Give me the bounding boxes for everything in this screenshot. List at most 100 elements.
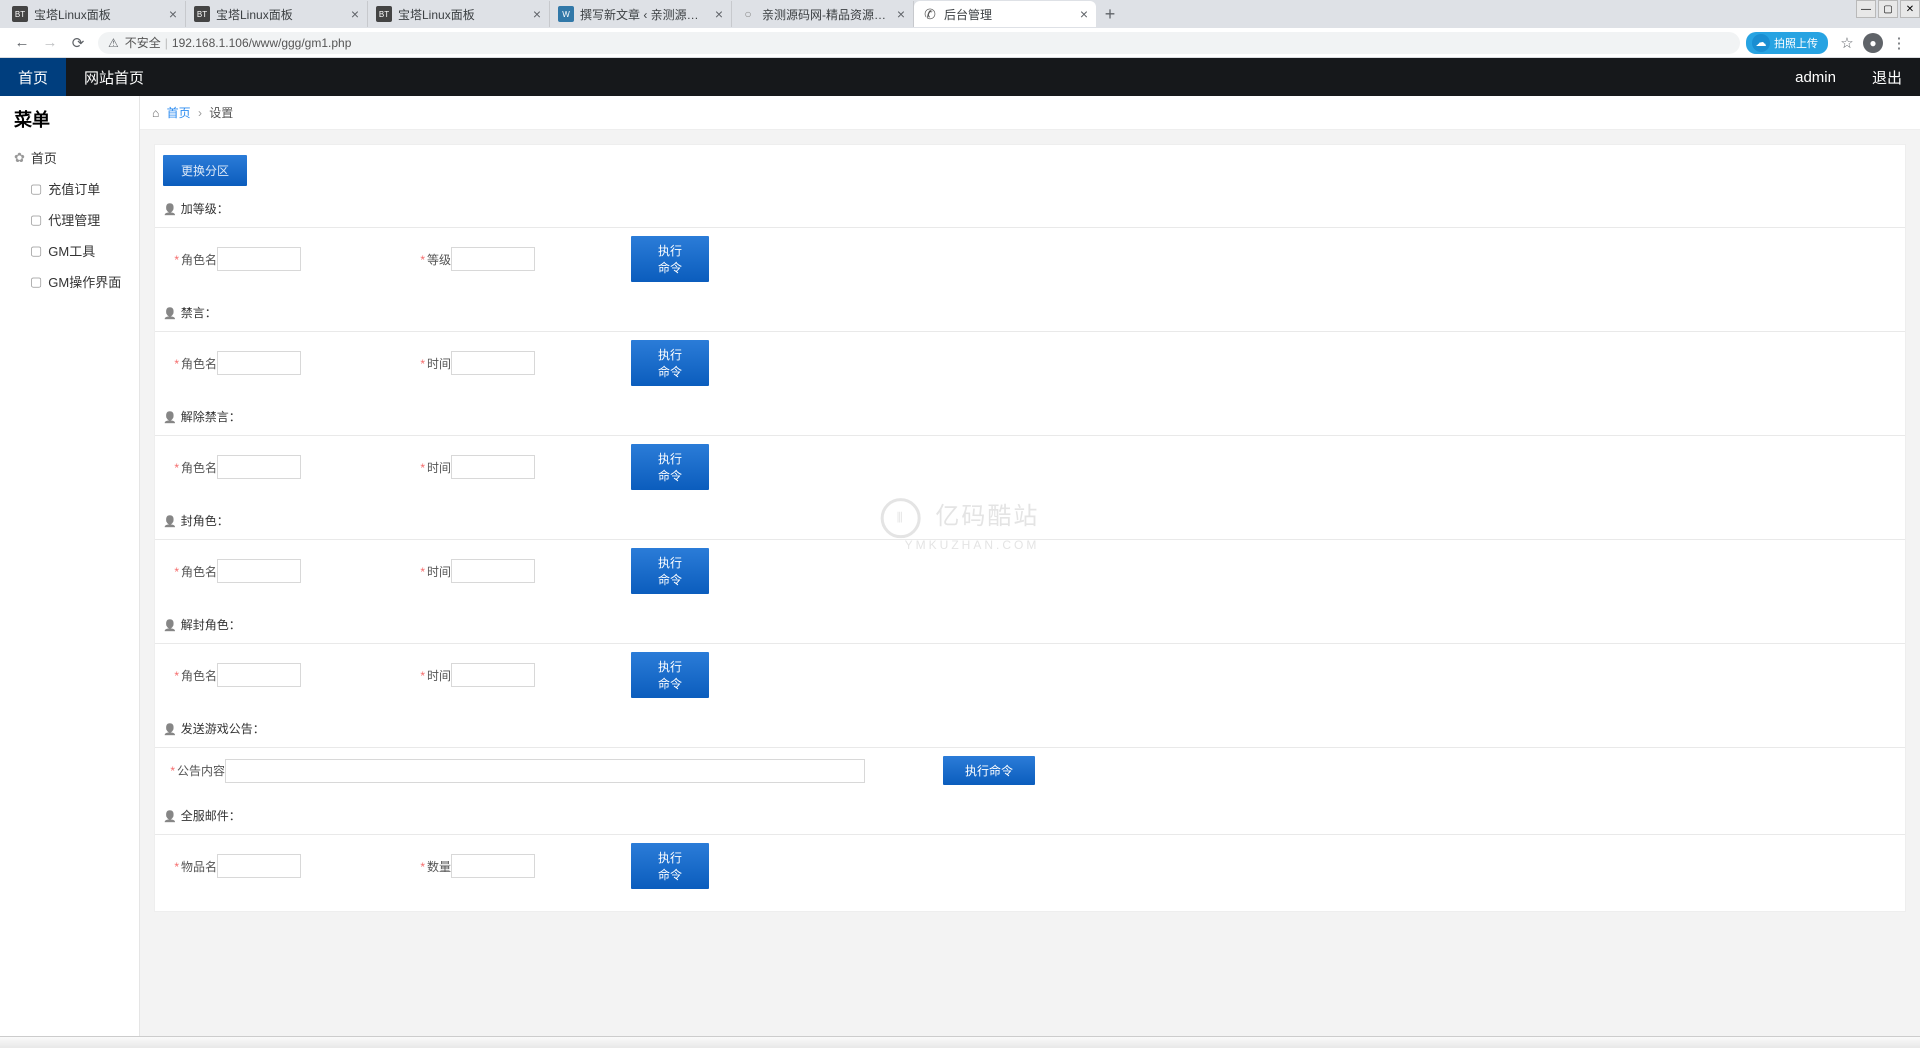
breadcrumb: ⌂ 首页 › 设置 [140, 96, 1920, 130]
time-input[interactable] [451, 351, 535, 375]
extension-label: 拍照上传 [1774, 35, 1818, 51]
role-name-input[interactable] [217, 663, 301, 687]
execute-button[interactable]: 执行命令 [631, 843, 709, 889]
execute-button[interactable]: 执行命令 [631, 548, 709, 594]
chevron-right-icon: › [198, 106, 202, 120]
document-icon: ▢ [30, 212, 42, 228]
close-icon[interactable]: × [715, 6, 723, 22]
form-row: *角色名 *等级 执行命令 [155, 227, 1905, 290]
sidebar-item-label: GM工具 [48, 241, 95, 260]
taskbar[interactable] [0, 1036, 1920, 1048]
forward-button[interactable]: → [36, 29, 64, 57]
sidebar-root-home[interactable]: ✿ 首页 [0, 142, 139, 173]
execute-button[interactable]: 执行命令 [631, 652, 709, 698]
browser-tab-1[interactable]: BT 宝塔Linux面板 × [186, 1, 368, 27]
favicon-phone-icon: ✆ [922, 6, 938, 22]
time-input[interactable] [451, 559, 535, 583]
execute-button[interactable]: 执行命令 [631, 236, 709, 282]
profile-avatar[interactable]: ● [1860, 30, 1886, 56]
main-panel: 更换分区 加等级： *角色名 *等级 执行命令 禁言： *角色名 *时间 执行命… [154, 144, 1906, 912]
execute-button[interactable]: 执行命令 [943, 756, 1035, 785]
breadcrumb-home-link[interactable]: 首页 [167, 106, 191, 120]
field-label: 角色名 [181, 357, 217, 371]
field-label: 角色名 [181, 253, 217, 267]
quantity-input[interactable] [451, 854, 535, 878]
browser-tab-5[interactable]: ✆ 后台管理 × [914, 1, 1096, 27]
time-input[interactable] [451, 455, 535, 479]
field-label: 角色名 [181, 565, 217, 579]
favicon-circle: ○ [740, 6, 756, 22]
favicon-bt: BT [12, 6, 28, 22]
close-icon[interactable]: × [897, 6, 905, 22]
sidebar-item-label: 充值订单 [48, 179, 100, 198]
swap-zone-button[interactable]: 更换分区 [163, 155, 247, 186]
field-label: 数量 [427, 860, 451, 874]
field-label: 时间 [427, 565, 451, 579]
role-name-input[interactable] [217, 559, 301, 583]
browser-tab-3[interactable]: W 撰写新文章 ‹ 亲测源码网 — Wo… × [550, 1, 732, 27]
tab-title: 宝塔Linux面板 [216, 6, 345, 23]
field-label: 等级 [427, 253, 451, 267]
app-body: 菜单 ✿ 首页 ▢ 充值订单 ▢ 代理管理 ▢ GM工具 ▢ GM操作界面 ⌂ … [0, 96, 1920, 1036]
execute-button[interactable]: 执行命令 [631, 340, 709, 386]
section-title-unban: 解封角色： [163, 602, 1905, 643]
tab-strip: BT 宝塔Linux面板 × BT 宝塔Linux面板 × BT 宝塔Linux… [0, 0, 1920, 28]
security-label: 不安全 [125, 34, 161, 51]
document-icon: ▢ [30, 243, 42, 259]
close-icon[interactable]: × [351, 6, 359, 22]
role-name-input[interactable] [217, 247, 301, 271]
role-name-input[interactable] [217, 351, 301, 375]
close-icon[interactable]: × [1080, 6, 1088, 22]
field-label: 角色名 [181, 461, 217, 475]
nav-user[interactable]: admin [1777, 69, 1854, 86]
sidebar-item-recharge[interactable]: ▢ 充值订单 [0, 173, 139, 204]
nav-home[interactable]: 首页 [0, 58, 66, 96]
item-name-input[interactable] [217, 854, 301, 878]
section-title-announce: 发送游戏公告： [163, 706, 1905, 747]
level-input[interactable] [451, 247, 535, 271]
browser-tab-2[interactable]: BT 宝塔Linux面板 × [368, 1, 550, 27]
tab-title: 宝塔Linux面板 [34, 6, 163, 23]
field-label: 公告内容 [177, 764, 225, 778]
document-icon: ▢ [30, 274, 42, 290]
announce-content-input[interactable] [225, 759, 865, 783]
sidebar-item-gmtool[interactable]: ▢ GM工具 [0, 235, 139, 266]
nav-logout[interactable]: 退出 [1854, 67, 1920, 88]
minimize-button[interactable]: — [1856, 0, 1876, 18]
kebab-menu-icon[interactable]: ⋮ [1886, 30, 1912, 56]
close-window-button[interactable]: ✕ [1900, 0, 1920, 18]
reload-button[interactable]: ⟳ [64, 29, 92, 57]
url-input[interactable]: ⚠ 不安全 | 192.168.1.106/www/ggg/gm1.php [98, 32, 1740, 54]
nav-site-home[interactable]: 网站首页 [66, 58, 162, 96]
browser-tab-4[interactable]: ○ 亲测源码网-精品资源站长亲测 × [732, 1, 914, 27]
bookmark-star-icon[interactable]: ☆ [1834, 30, 1860, 56]
document-icon: ▢ [30, 181, 42, 197]
sidebar-item-agent[interactable]: ▢ 代理管理 [0, 204, 139, 235]
field-label: 角色名 [181, 669, 217, 683]
execute-button[interactable]: 执行命令 [631, 444, 709, 490]
maximize-button[interactable]: ▢ [1878, 0, 1898, 18]
role-name-input[interactable] [217, 455, 301, 479]
field-label: 时间 [427, 669, 451, 683]
back-button[interactable]: ← [8, 29, 36, 57]
content-wrap: ⌂ 首页 › 设置 更换分区 加等级： *角色名 *等级 执行命令 禁言： *角… [140, 96, 1920, 1036]
address-bar: ← → ⟳ ⚠ 不安全 | 192.168.1.106/www/ggg/gm1.… [0, 28, 1920, 58]
time-input[interactable] [451, 663, 535, 687]
sidebar-item-gmui[interactable]: ▢ GM操作界面 [0, 266, 139, 297]
extension-upload-pill[interactable]: ☁ 拍照上传 [1746, 32, 1828, 54]
field-label: 物品名 [181, 860, 217, 874]
close-icon[interactable]: × [533, 6, 541, 22]
url-text: 192.168.1.106/www/ggg/gm1.php [172, 36, 351, 50]
sidebar: 菜单 ✿ 首页 ▢ 充值订单 ▢ 代理管理 ▢ GM工具 ▢ GM操作界面 [0, 96, 140, 1036]
field-label: 时间 [427, 461, 451, 475]
field-label: 时间 [427, 357, 451, 371]
home-icon: ⌂ [152, 106, 159, 120]
browser-tab-0[interactable]: BT 宝塔Linux面板 × [4, 1, 186, 27]
close-icon[interactable]: × [169, 6, 177, 22]
section-title-mute: 禁言： [163, 290, 1905, 331]
form-row: *角色名 *时间 执行命令 [155, 331, 1905, 394]
favicon-wp: W [558, 6, 574, 22]
window-controls: — ▢ ✕ [1854, 0, 1920, 18]
cloud-icon: ☁ [1752, 34, 1770, 52]
new-tab-button[interactable]: + [1096, 1, 1124, 27]
